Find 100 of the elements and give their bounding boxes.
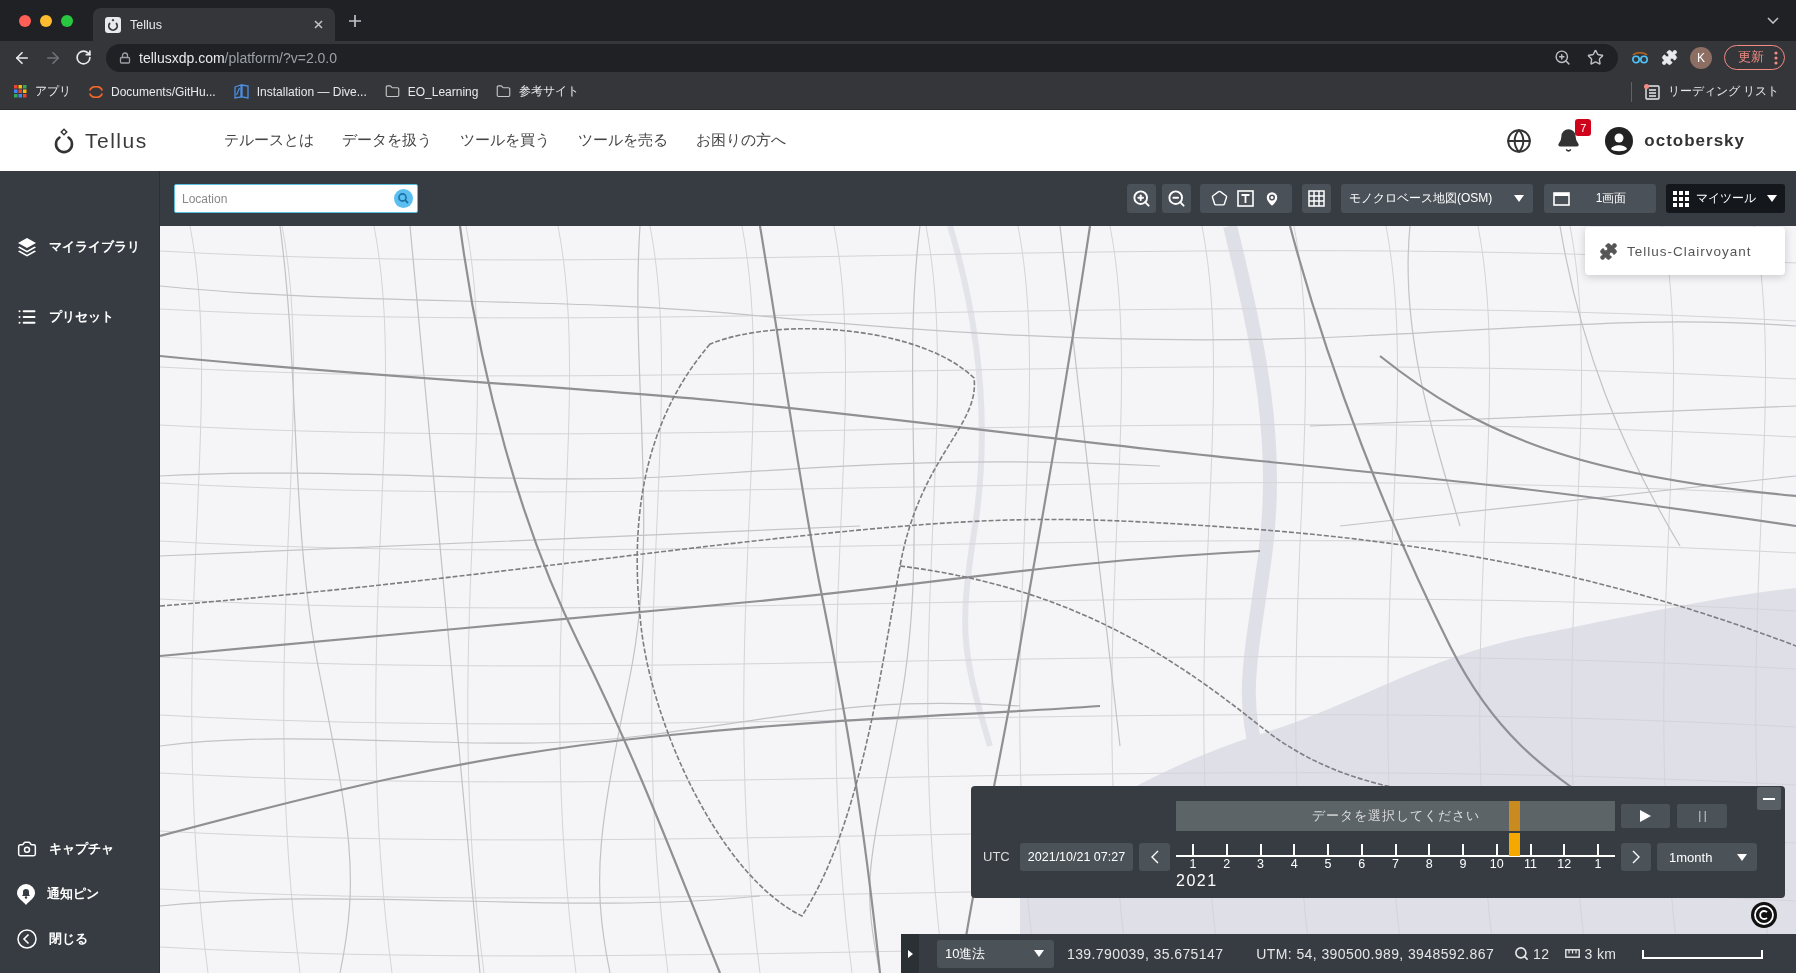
chevron-left-icon (1150, 850, 1159, 864)
user-icon[interactable] (1605, 126, 1634, 155)
zoom-in-button[interactable] (1127, 184, 1156, 213)
plus-icon[interactable] (349, 14, 361, 27)
polygon-icon[interactable] (1210, 190, 1228, 207)
zoom-icon[interactable] (1554, 49, 1571, 66)
nav-link[interactable]: ツールを買う (459, 131, 550, 150)
apps-grid-icon (14, 85, 27, 98)
number-format-select[interactable]: 10進法 (937, 939, 1054, 968)
caret-icon (1767, 195, 1777, 202)
minimize-window-button[interactable] (40, 14, 52, 27)
bookmark[interactable]: Installation — Dive... (233, 84, 367, 99)
reading-list-button[interactable]: リーディング リスト (1643, 83, 1779, 100)
logo-text[interactable]: Tellus (85, 128, 148, 153)
profile-avatar[interactable]: K (1690, 46, 1712, 69)
book-icon (233, 84, 249, 99)
caret-icon (1514, 195, 1524, 202)
month-label: 12 (1557, 857, 1572, 871)
url-text: tellusxdp.com/platform/?v=2.0.0 (139, 49, 339, 66)
reload-icon[interactable] (75, 49, 92, 66)
play-icon (1640, 810, 1651, 822)
bookmark[interactable]: EO_Learning (384, 84, 479, 99)
minimize-icon (1763, 797, 1775, 800)
close-window-button[interactable] (19, 14, 31, 27)
zoom-in-icon (1132, 189, 1151, 208)
folder-icon (496, 84, 512, 99)
glasses-icon[interactable] (1631, 51, 1649, 64)
notification-pin-icon (17, 883, 35, 905)
month-label: 10 (1489, 857, 1504, 871)
caret-icon (1737, 853, 1747, 861)
maximize-window-button[interactable] (61, 14, 73, 27)
bookmark[interactable]: 参考サイト (496, 83, 580, 100)
month-label: 6 (1358, 857, 1366, 871)
chevron-right-icon (1632, 850, 1640, 864)
next-button[interactable] (1621, 843, 1651, 871)
previous-button[interactable] (1139, 843, 1170, 871)
caret-right-icon (907, 949, 913, 958)
nav-link[interactable]: ツールを売る (577, 131, 668, 150)
address-field[interactable]: tellusxdp.com/platform/?v=2.0.0 (106, 43, 1618, 72)
grid-button[interactable] (1302, 184, 1331, 213)
layers-icon (17, 237, 37, 257)
sidebar-item[interactable]: マイライブラリ (17, 227, 140, 267)
username[interactable]: octobersky (1644, 130, 1745, 151)
month-label: 8 (1425, 857, 1433, 871)
utm-text: UTM: 54, 390500.989, 3948592.867 (1256, 945, 1495, 962)
panel-toggle-button[interactable] (901, 934, 919, 973)
search-icon[interactable] (394, 189, 413, 208)
bookmark[interactable]: Documents/GitHu... (89, 84, 216, 99)
apps-grid-icon (1673, 190, 1689, 207)
star-icon[interactable] (1587, 49, 1604, 66)
datetime-field[interactable]: 2021/10/21 07:27 (1020, 843, 1133, 871)
window-icon (1553, 191, 1570, 206)
puzzle-icon[interactable] (1661, 49, 1678, 66)
timeline-track[interactable]: 1 2 3 4 5 6 7 8 9 10 11 12 1 (1176, 833, 1615, 871)
month-label: 1 (1189, 857, 1197, 871)
circle-chevron-left-icon (17, 929, 37, 949)
layout-button[interactable]: 1画面 (1544, 184, 1656, 213)
ruler-icon (1565, 949, 1581, 958)
close-icon[interactable] (314, 20, 323, 29)
notification-count: 7 (1575, 119, 1592, 136)
search-field[interactable]: Location (174, 184, 418, 213)
bookmark[interactable]: アプリ (14, 83, 71, 100)
pause-icon (1698, 810, 1706, 822)
timeline-data-bar: データを選択してください (1176, 801, 1615, 831)
my-tools-button[interactable]: マイツール (1666, 184, 1785, 213)
ring-logo-icon (52, 127, 76, 154)
nav-link[interactable]: お困りの方へ (695, 131, 786, 150)
kebab-menu-icon (1774, 50, 1778, 65)
month-label: 9 (1459, 857, 1467, 871)
sidebar-item[interactable]: プリセット (17, 297, 114, 337)
text-tool-icon[interactable] (1237, 190, 1254, 207)
interval-select[interactable]: 1month (1657, 843, 1757, 871)
month-label: 7 (1392, 857, 1399, 871)
sidebar-item[interactable]: 閉じる (17, 919, 88, 959)
month-label: 2 (1223, 857, 1231, 871)
minimize-button[interactable] (1757, 787, 1781, 810)
puzzle-icon (1599, 241, 1618, 261)
basemap-select[interactable]: モノクロベース地図(OSM) (1341, 184, 1533, 213)
scale-text: 3 km (1584, 945, 1617, 962)
month-label: 3 (1257, 857, 1264, 871)
timezone-label: UTC (983, 849, 1011, 864)
sidebar-item[interactable]: キャプチャ (17, 829, 114, 869)
year-label: 2021 (1176, 872, 1218, 889)
play-button[interactable] (1621, 804, 1670, 828)
chevron-down-icon[interactable] (1767, 17, 1779, 24)
zoom-out-button[interactable] (1162, 184, 1191, 213)
sidebar-item[interactable]: 通知ピン (17, 874, 99, 914)
zoom-out-icon (1167, 189, 1186, 208)
nav-link[interactable]: テルースとは (223, 131, 314, 150)
arcs-icon (89, 85, 103, 98)
nav-link[interactable]: データを扱う (341, 131, 432, 150)
menu-item[interactable]: Tellus-Clairvoyant (1599, 241, 1752, 261)
timeline-marker[interactable] (1508, 833, 1520, 856)
month-label: 5 (1324, 857, 1332, 871)
magnifier-icon (1514, 946, 1530, 961)
month-label: 4 (1290, 857, 1298, 871)
bell-icon[interactable] (1556, 128, 1582, 153)
browser-tab[interactable]: Tellus (93, 8, 335, 41)
copyright-icon[interactable] (1751, 902, 1777, 928)
globe-icon[interactable] (1506, 127, 1533, 154)
